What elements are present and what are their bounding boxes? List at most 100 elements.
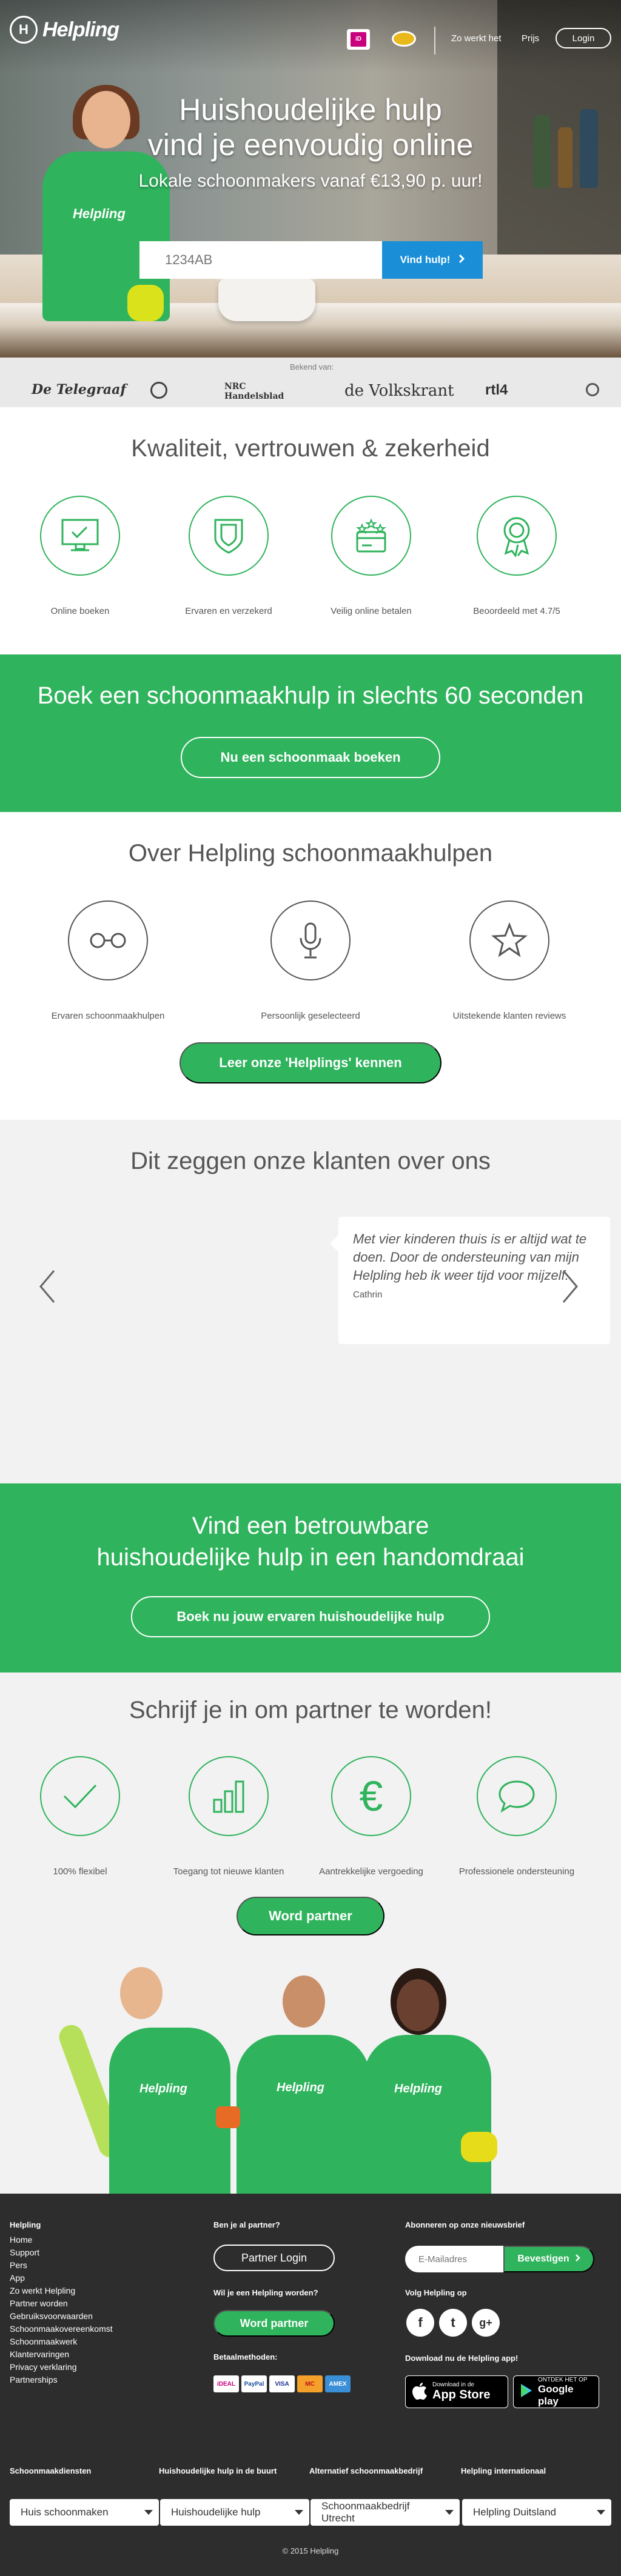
chevron-right-icon [458,254,465,267]
zipcode-input[interactable] [139,241,382,279]
footer-link[interactable]: Schoonmaakwerk [10,2337,77,2346]
press-logo-globe-icon [586,383,599,396]
partner-caption: Toegang tot nieuwe klanten [173,1866,284,1877]
about-caption: Ervaren schoonmaakhulpen [51,1011,165,1021]
card-stars-icon [331,496,411,576]
partner-support: Professionele ondersteuning [456,1756,577,1877]
footer-link[interactable]: Partner worden [10,2298,68,2308]
newsletter-subscribe-button[interactable]: Bevestigen [503,2246,594,2272]
trust-banner-title: Vind een betrouwbare huishoudelijke hulp… [96,1513,525,1571]
partner-new-clients: Toegang tot nieuwe klanten [168,1756,289,1877]
footer-link[interactable]: Klantervaringen [10,2349,69,2359]
book-banner-title: Boek een schoonmaakhulp in slechts 60 se… [37,682,584,709]
book-cleaning-button[interactable]: Nu een schoonmaak boeken [181,737,440,778]
about-reviews: Uitstekende klanten reviews [449,900,570,1021]
partner-question: Ben je al partner? [213,2220,280,2229]
partner-caption: Professionele ondersteuning [458,1866,575,1877]
footer-link[interactable]: Pers [10,2260,27,2270]
play-icon [520,2383,533,2401]
quality-section: Kwaliteit, vertrouwen & zekerheid Online… [0,407,621,654]
app-heading: Download nu de Helpling app! [405,2354,519,2363]
shield-icon [189,496,269,576]
footer-link[interactable]: Schoonmaakovereenkomst [10,2324,113,2334]
footer-word-partner-button[interactable]: Word partner [213,2310,335,2337]
facebook-icon[interactable]: f [406,2309,434,2337]
partner-caption: Aantrekkelijke vergoeding [319,1866,423,1877]
partner-section: Schrijf je in om partner te worden! 100%… [0,1672,621,2194]
team-photo: Helpling Helpling Helpling [55,1967,534,2194]
visa-icon: VISA [269,2375,295,2392]
brand-logo[interactable]: H Helpling [10,16,119,44]
select-heading-nearby: Huishoudelijke hulp in de buurt [159,2466,277,2475]
footer-link[interactable]: Zo werkt Helpling [10,2286,75,2295]
international-select[interactable]: Helpling Duitsland [462,2499,611,2526]
alternative-select[interactable]: Schoonmaakbedrijf Utrecht [310,2499,460,2526]
newsletter-email-input[interactable] [405,2246,503,2272]
feature-safe-payment: Veilig online betalen [310,496,432,616]
footer-links: Home Support Pers App Zo werkt Helpling … [10,2234,113,2386]
chevron-right-icon [575,2254,580,2265]
glasses-icon [68,900,148,980]
dropdown-arrow-icon [445,2510,454,2515]
ideal-icon: iD [347,29,370,50]
footer-link[interactable]: Gebruiksvoorwaarden [10,2311,93,2321]
trust-banner: Vind een betrouwbare huishoudelijke hulp… [0,1483,621,1672]
next-arrow-icon[interactable] [558,1269,582,1305]
press-bar: Bekend van: De Telegraaf NRC Handelsblad… [0,358,621,407]
google-plus-icon[interactable]: g+ [472,2309,500,2337]
quality-title: Kwaliteit, vertrouwen & zekerheid [131,435,490,462]
follow-heading: Volg Helpling op [405,2288,467,2297]
partner-caption: 100% flexibel [53,1866,107,1877]
select-heading-services: Schoonmaakdiensten [10,2466,92,2475]
twitter-icon[interactable]: t [439,2309,467,2337]
hero-section: Helpling H Helpling iD Zo werkt het Prij… [0,0,621,358]
footer-link[interactable]: Home [10,2235,32,2245]
footer-link[interactable]: App [10,2273,25,2283]
book-banner: Boek een schoonmaakhulp in slechts 60 se… [0,654,621,812]
mastercard-icon: MC [297,2375,323,2392]
services-select[interactable]: Huis schoonmaken [10,2499,159,2526]
feature-caption: Online boeken [50,606,110,616]
ideal-icon: iDEAL [213,2375,239,2392]
nav-price[interactable]: Prijs [522,33,539,44]
about-caption: Uitstekende klanten reviews [452,1011,566,1021]
apple-icon [412,2381,428,2403]
payment-methods-heading: Betaalmethoden: [213,2352,278,2361]
press-label: Bekend van: [290,362,334,371]
subscribe-label: Bevestigen [517,2254,569,2264]
become-partner-button[interactable]: Word partner [237,1897,384,1935]
previous-arrow-icon[interactable] [35,1269,59,1305]
feature-caption: Veilig online betalen [331,606,412,616]
testimonials-section: Dit zeggen onze klanten over ons Met vie… [0,1120,621,1483]
nearby-select[interactable]: Huishoudelijke hulp [160,2499,309,2526]
select-heading-international: Helpling internationaal [461,2466,546,2475]
select-value: Helpling Duitsland [473,2506,557,2518]
play-big: Google play [538,2383,574,2407]
footer-link[interactable]: Privacy verklaring [10,2362,76,2372]
login-button[interactable]: Login [556,28,611,48]
press-logo-volkskrant: de Volkskrant [344,382,454,400]
find-help-button[interactable]: Vind hulp! [382,241,483,279]
footer-link[interactable]: Support [10,2248,39,2257]
app-store-button[interactable]: Download in de App Store [405,2375,508,2408]
testimonials-title: Dit zeggen onze klanten over ons [130,1148,491,1174]
press-logo-badge-icon [150,382,167,399]
play-small: ONTDEK HET OP [538,2376,588,2383]
select-value: Huishoudelijke hulp [171,2506,261,2518]
checkmark-icon [40,1756,120,1836]
footer-helpling-heading: Helpling [10,2220,41,2229]
pot-image [218,279,315,321]
meet-helplings-button[interactable]: Leer onze 'Helplings' kennen [180,1042,441,1083]
speech-bubble-icon [477,1756,557,1836]
partner-login-button[interactable]: Partner Login [213,2245,335,2271]
google-play-button[interactable]: ONTDEK HET OP Google play [513,2375,599,2408]
feature-online-booking: Online boeken [19,496,141,616]
become-helpling-question: Wil je een Helpling worden? [213,2288,318,2297]
footer-link[interactable]: Partnerships [10,2375,58,2385]
microphone-icon [270,900,351,980]
nav-divider [434,27,435,55]
monitor-icon [40,496,120,576]
book-experienced-button[interactable]: Boek nu jouw ervaren huishoudelijke hulp [131,1596,490,1637]
nav-how-it-works[interactable]: Zo werkt het [451,33,502,44]
dropdown-arrow-icon [144,2510,153,2515]
